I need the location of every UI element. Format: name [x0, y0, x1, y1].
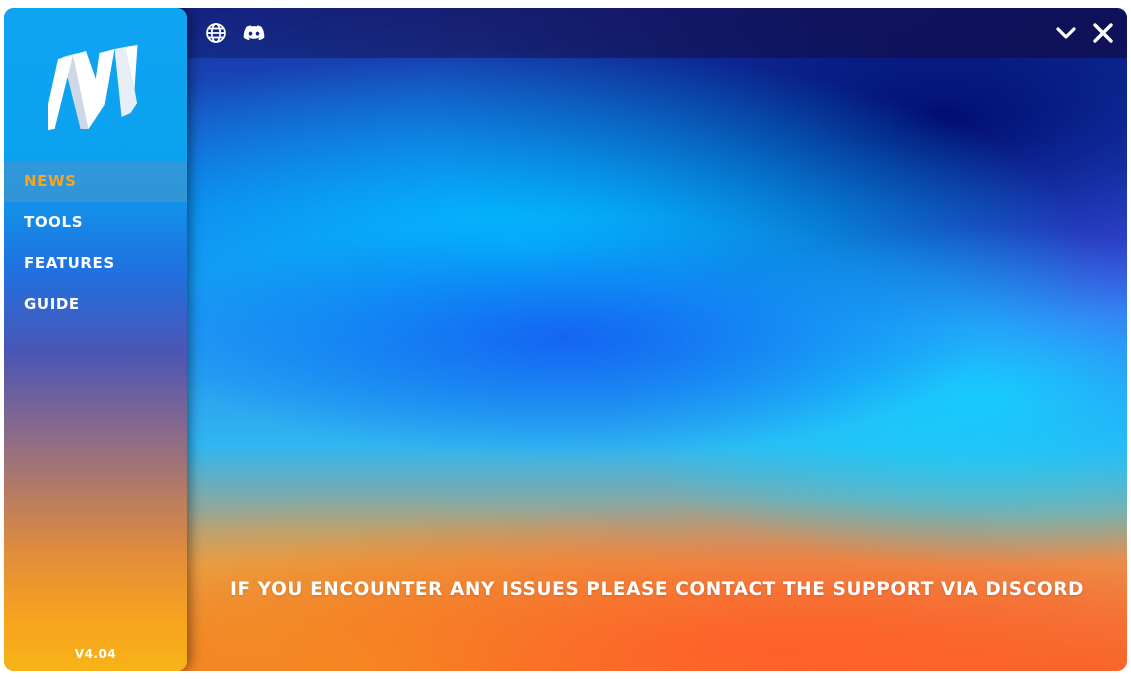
nav-item-news[interactable]: NEWS — [4, 161, 187, 202]
version-label: V4.04 — [74, 647, 117, 661]
discord-icon[interactable] — [242, 21, 266, 45]
nv-logo — [48, 45, 138, 131]
sidebar: NEWS TOOLS FEATURES GUIDE V4.04 — [4, 8, 187, 671]
app-window: NEWS TOOLS FEATURES GUIDE V4.04 IF YOU E… — [4, 8, 1127, 671]
nav-item-guide[interactable]: GUIDE — [4, 284, 187, 325]
nav-item-tools[interactable]: TOOLS — [4, 202, 187, 243]
support-notice: IF YOU ENCOUNTER ANY ISSUES PLEASE CONTA… — [229, 579, 1085, 600]
nav-item-features[interactable]: FEATURES — [4, 243, 187, 284]
chevron-down-icon[interactable] — [1054, 21, 1078, 45]
globe-icon[interactable] — [204, 21, 228, 45]
close-icon[interactable] — [1091, 21, 1115, 45]
nav-menu: NEWS TOOLS FEATURES GUIDE — [4, 161, 187, 325]
